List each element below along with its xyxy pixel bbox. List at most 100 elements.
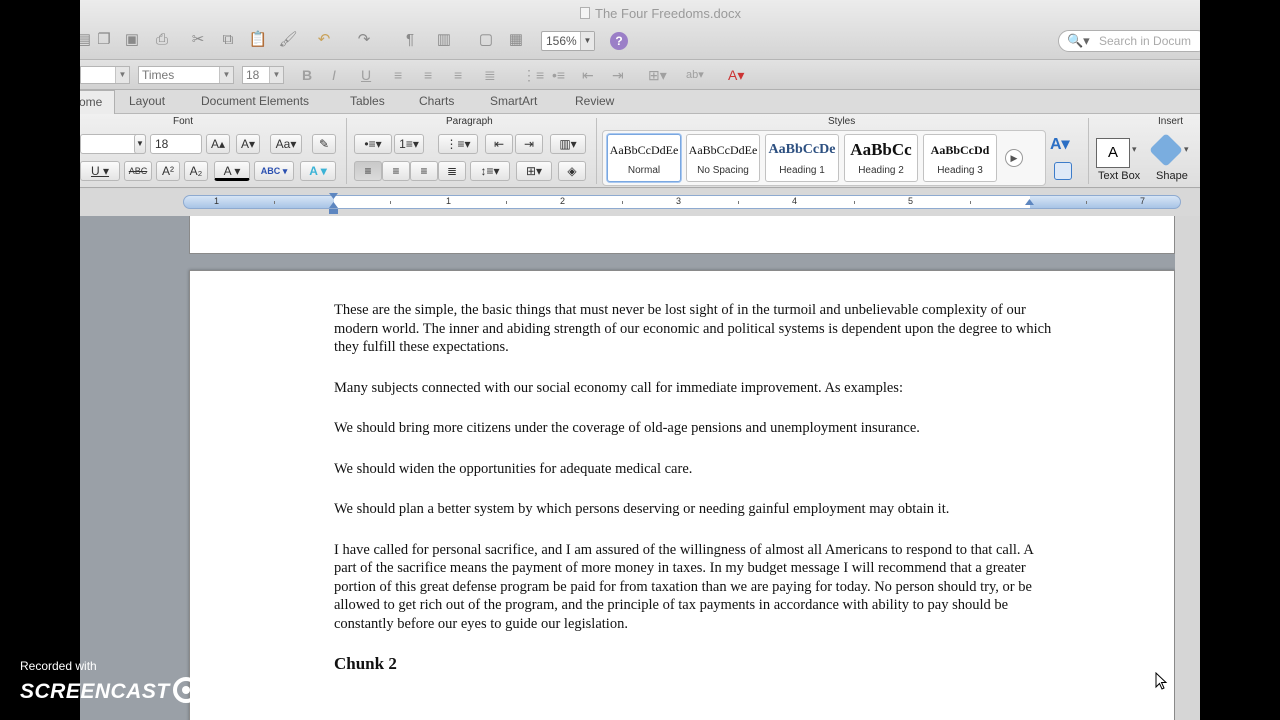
- text-box-icon[interactable]: A: [1096, 138, 1130, 168]
- document-canvas[interactable]: These are the simple, the basic things t…: [80, 216, 1200, 720]
- borders-icon[interactable]: ⊞▾: [648, 67, 667, 83]
- font-size-field[interactable]: 18: [150, 134, 202, 154]
- columns-button[interactable]: ▥▾: [550, 134, 586, 154]
- tab-tables[interactable]: Tables: [350, 90, 385, 114]
- sidebar-icon[interactable]: ▥: [434, 30, 454, 50]
- align-center-button[interactable]: ≡: [382, 161, 410, 181]
- multilevel-list-button[interactable]: ⋮≡▾: [438, 134, 478, 154]
- superscript-button[interactable]: A²: [156, 161, 180, 181]
- chevron-down-icon: ▼: [269, 67, 283, 83]
- tab-home[interactable]: ome: [80, 90, 116, 114]
- pilcrow-icon[interactable]: ¶: [400, 30, 420, 50]
- page-body[interactable]: These are the simple, the basic things t…: [334, 301, 1054, 674]
- copy-icon[interactable]: ⧉: [218, 30, 238, 50]
- shrink-font-icon[interactable]: A▾: [236, 134, 260, 154]
- increase-indent-icon[interactable]: ⇥: [612, 67, 624, 83]
- style-normal[interactable]: AaBbCcDdEe Normal: [607, 134, 681, 182]
- toolbox-icon[interactable]: ▦: [506, 30, 526, 50]
- paragraph[interactable]: We should widen the opportunities for ad…: [334, 460, 1054, 479]
- shading-button[interactable]: ◈: [558, 161, 586, 181]
- clear-formatting-icon[interactable]: ✎: [312, 134, 336, 154]
- chevron-down-icon: ▼: [580, 32, 594, 50]
- align-right-button[interactable]: ≡: [410, 161, 438, 181]
- line-spacing-button[interactable]: ↕≡▾: [470, 161, 510, 181]
- underline-icon[interactable]: U: [361, 67, 371, 83]
- styles-pane-icon[interactable]: [1054, 162, 1072, 180]
- ruler-tick: [970, 201, 971, 204]
- justify-icon[interactable]: ≣: [484, 67, 496, 83]
- paragraph[interactable]: These are the simple, the basic things t…: [334, 301, 1054, 357]
- zoom-select[interactable]: 156% ▼: [541, 31, 595, 51]
- paragraph[interactable]: I have called for personal sacrifice, an…: [334, 541, 1054, 634]
- style-heading-1[interactable]: AaBbCcDe Heading 1: [765, 134, 839, 182]
- align-right-icon[interactable]: ≡: [454, 67, 462, 83]
- italic-icon[interactable]: I: [332, 67, 336, 83]
- subscript-button[interactable]: A₂: [184, 161, 208, 181]
- borders-button[interactable]: ⊞▾: [516, 161, 552, 181]
- cut-icon[interactable]: ✂: [188, 30, 208, 50]
- shape-label[interactable]: Shape: [1156, 170, 1188, 182]
- align-center-icon[interactable]: ≡: [424, 67, 432, 83]
- tab-smartart[interactable]: SmartArt: [490, 90, 537, 114]
- grow-font-icon[interactable]: A▴: [206, 134, 230, 154]
- tab-charts[interactable]: Charts: [419, 90, 454, 114]
- search-placeholder: Search in Docum: [1099, 34, 1192, 48]
- bold-icon[interactable]: B: [302, 67, 312, 83]
- change-styles-icon[interactable]: A▾: [1050, 134, 1080, 154]
- search-input[interactable]: 🔍▾ Search in Docum: [1058, 30, 1200, 52]
- numbering-button[interactable]: 1≡▾: [394, 134, 424, 154]
- zoom-value: 156%: [546, 34, 577, 48]
- tab-layout[interactable]: Layout: [129, 90, 165, 114]
- paragraph[interactable]: We should plan a better system by which …: [334, 500, 1054, 519]
- chevron-down-icon[interactable]: ▼: [134, 134, 146, 154]
- chevron-down-icon[interactable]: ▾: [1184, 144, 1189, 155]
- align-left-icon[interactable]: ≡: [394, 67, 402, 83]
- gallery-icon[interactable]: ▢: [476, 30, 496, 50]
- style-preview: AaBbCcDdEe: [609, 143, 679, 157]
- chevron-down-icon[interactable]: ▾: [1132, 144, 1137, 155]
- help-icon[interactable]: ?: [610, 32, 628, 50]
- paragraph[interactable]: Many subjects connected with our social …: [334, 379, 1054, 398]
- styles-more-icon[interactable]: ▶: [1005, 149, 1023, 167]
- decrease-indent-button[interactable]: ⇤: [485, 134, 513, 154]
- align-left-button[interactable]: ≡: [354, 161, 382, 181]
- new-doc-icon[interactable]: ▤: [80, 30, 94, 50]
- paste-icon[interactable]: 📋: [248, 30, 268, 50]
- format-painter-icon[interactable]: 🖌: [278, 30, 298, 50]
- window-title: The Four Freedoms.docx: [580, 6, 741, 21]
- document-page[interactable]: These are the simple, the basic things t…: [189, 270, 1175, 720]
- text-effects-button[interactable]: A ▾: [300, 161, 336, 181]
- font-color-button[interactable]: A ▾: [214, 161, 250, 181]
- numbered-list-icon[interactable]: ⋮≡: [522, 67, 544, 83]
- heading[interactable]: Chunk 2: [334, 654, 1054, 674]
- undo-icon[interactable]: ↶: [314, 30, 334, 50]
- strikethrough-button[interactable]: ABC: [124, 161, 152, 181]
- style-heading-3[interactable]: AaBbCcDd Heading 3: [923, 134, 997, 182]
- shape-icon[interactable]: [1149, 133, 1183, 167]
- paragraph[interactable]: We should bring more citizens under the …: [334, 419, 1054, 438]
- save-icon[interactable]: ▣: [122, 30, 142, 50]
- style-heading-2[interactable]: AaBbCc Heading 2: [844, 134, 918, 182]
- tab-review[interactable]: Review: [575, 90, 614, 114]
- ribbon: Font Paragraph Styles Insert ▼ 18 A▴ A▾ …: [80, 114, 1200, 188]
- style-no-spacing[interactable]: AaBbCcDdEe No Spacing: [686, 134, 760, 182]
- underline-button[interactable]: U ▾: [80, 161, 120, 181]
- decrease-indent-icon[interactable]: ⇤: [582, 67, 594, 83]
- font-size-combo[interactable]: 18 ▼: [242, 66, 284, 84]
- font-name-combo[interactable]: Times ▼: [138, 66, 234, 84]
- highlight-icon[interactable]: ab▾: [686, 67, 704, 83]
- left-margin-marker[interactable]: [329, 209, 338, 214]
- change-case-icon[interactable]: Aa▾: [270, 134, 302, 154]
- style-combo[interactable]: ▼: [80, 66, 130, 84]
- open-folder-icon[interactable]: ❐: [94, 30, 114, 50]
- justify-button[interactable]: ≣: [438, 161, 466, 181]
- print-icon[interactable]: ⎙: [152, 30, 172, 50]
- tab-document-elements[interactable]: Document Elements: [201, 90, 309, 114]
- text-box-label[interactable]: Text Box: [1098, 170, 1140, 182]
- increase-indent-button[interactable]: ⇥: [515, 134, 543, 154]
- bullet-list-icon[interactable]: •≡: [552, 67, 565, 83]
- highlight-button[interactable]: ABC ▾: [254, 161, 294, 181]
- font-color-icon[interactable]: A▾: [728, 67, 744, 83]
- redo-icon[interactable]: ↷: [354, 30, 374, 50]
- bullets-button[interactable]: •≡▾: [354, 134, 392, 154]
